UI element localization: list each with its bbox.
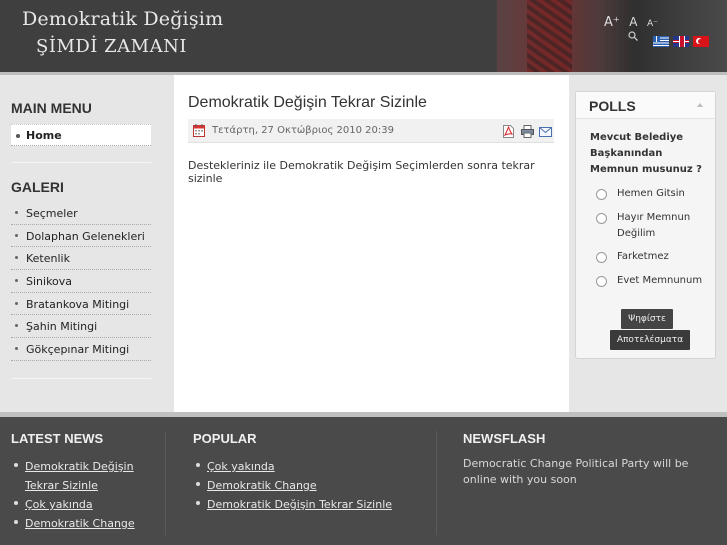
latest-news-link[interactable]: Çok yakında: [25, 498, 93, 511]
article-body: Destekleriniz ile Demokratik Değişim Seç…: [188, 159, 535, 185]
polls-title: POLLS: [589, 98, 636, 114]
bullet-icon: [15, 279, 18, 283]
section-divider: [11, 378, 151, 379]
poll-radio[interactable]: [596, 252, 607, 263]
pdf-icon[interactable]: [503, 125, 514, 138]
site-logo[interactable]: Demokratik Değişim ŞİMDİ ZAMANI: [0, 0, 497, 72]
poll-radio[interactable]: [596, 213, 607, 224]
main-menu-title: MAIN MENU: [11, 100, 92, 116]
bullet-icon: [196, 482, 200, 486]
poll-option-label: Hayır Memnun Değilim: [617, 212, 691, 239]
poll-question: Mevcut Belediye Başkanından Memnun musun…: [590, 132, 702, 175]
galeri-item[interactable]: Şahin Mitingi: [11, 315, 151, 339]
collapse-icon[interactable]: [697, 102, 703, 107]
search-icon[interactable]: [628, 31, 638, 41]
galeri-item-label: Seçmeler: [26, 207, 78, 220]
calendar-icon: [193, 124, 205, 137]
bullet-icon: [15, 324, 18, 328]
latest-news-link[interactable]: Demokratik Değişin Tekrar Sizinle: [25, 460, 134, 492]
english-flag-icon[interactable]: [673, 36, 689, 47]
print-icon[interactable]: [521, 125, 534, 138]
latest-news-link[interactable]: Demokratik Change: [25, 517, 135, 530]
latest-news-item[interactable]: Demokratik Change: [11, 514, 151, 533]
bullet-icon: [196, 501, 200, 505]
language-switcher: [653, 36, 713, 49]
turkish-flag-icon[interactable]: [693, 36, 709, 47]
galeri-item-label: Bratankova Mitingi: [26, 297, 130, 311]
email-icon[interactable]: [539, 127, 552, 137]
bullet-icon: [15, 256, 18, 260]
left-sidebar: MAIN MENU Home GALERI Seçmeler Dolaphan …: [0, 75, 174, 412]
popular-item[interactable]: Demokratik Change: [193, 476, 423, 495]
font-reset-button[interactable]: A: [629, 15, 637, 29]
galeri-item[interactable]: Bratankova Mitingi: [11, 293, 151, 316]
popular-list: Çok yakında Demokratik Change Demokratik…: [193, 457, 423, 514]
vote-button[interactable]: Ψηφίστε: [621, 309, 673, 329]
greek-flag-icon[interactable]: [653, 36, 669, 47]
galeri-title: GALERI: [11, 179, 64, 195]
polls-module: POLLS Mevcut Belediye Başkanından Memnun…: [575, 91, 716, 359]
galeri-item-label: Dolaphan Gelenekleri: [26, 229, 145, 243]
latest-news-item[interactable]: Demokratik Değişin Tekrar Sizinle: [11, 457, 151, 495]
bullet-icon: [14, 520, 18, 524]
popular-item[interactable]: Çok yakında: [193, 457, 423, 476]
poll-radio[interactable]: [596, 189, 607, 200]
right-sidebar: POLLS Mevcut Belediye Başkanından Memnun…: [569, 75, 727, 412]
popular-link[interactable]: Demokratik Change: [207, 479, 317, 492]
newsflash-title: NEWSFLASH: [463, 431, 546, 446]
section-divider: [11, 162, 151, 163]
bullet-icon: [15, 301, 18, 305]
main-content: Demokratik Değişin Tekrar Sizinle Τετάρτ…: [174, 75, 569, 412]
poll-option-label: Evet Memnunum: [617, 275, 703, 286]
main-menu-item-label: Home: [26, 129, 62, 142]
site-title-line2: ŞİMDİ ZAMANI: [36, 36, 187, 57]
footer-column-divider: [436, 431, 437, 535]
bullet-icon: [14, 501, 18, 505]
poll-radio[interactable]: [596, 276, 607, 287]
galeri-menu: Seçmeler Dolaphan Gelenekleri Ketenlik S…: [11, 202, 151, 361]
main-menu-item-home[interactable]: Home: [11, 124, 151, 146]
popular-item[interactable]: Demokratik Değişin Tekrar Sizinle: [193, 495, 423, 514]
bullet-icon: [16, 134, 20, 138]
galeri-item[interactable]: Sinikova: [11, 270, 151, 293]
bullet-icon: [196, 463, 200, 467]
galeri-item[interactable]: Seçmeler: [11, 202, 151, 225]
article-date: Τετάρτη, 27 Οκτώβριος 2010 20:39: [212, 125, 394, 136]
galeri-item-label: Sinikova: [26, 275, 73, 289]
latest-news-title: LATEST NEWS: [11, 431, 104, 446]
poll-option-label: Farketmez: [617, 251, 669, 262]
galeri-item[interactable]: Dolaphan Gelenekleri: [11, 225, 151, 248]
popular-link[interactable]: Çok yakında: [207, 460, 275, 473]
galeri-item-label: Gökçepınar Mitingi: [26, 343, 130, 357]
galeri-item[interactable]: Ketenlik: [11, 247, 151, 271]
font-larger-button[interactable]: A⁺: [604, 15, 620, 30]
bullet-icon: [15, 233, 18, 237]
site-footer: LATEST NEWS Demokratik Değişin Tekrar Si…: [0, 417, 727, 545]
site-title-line1: Demokratik Değişim: [22, 8, 224, 30]
galeri-item-label: Ketenlik: [26, 252, 70, 266]
bullet-icon: [14, 463, 18, 467]
polls-header[interactable]: POLLS: [576, 92, 715, 119]
popular-title: POPULAR: [193, 431, 257, 446]
latest-news-item[interactable]: Çok yakında: [11, 495, 151, 514]
results-button[interactable]: Αποτελέσματα: [610, 330, 690, 350]
newsflash-text: Democratic Change Political Party will b…: [463, 457, 689, 486]
latest-news-list: Demokratik Değişin Tekrar Sizinle Çok ya…: [11, 457, 151, 533]
font-smaller-button[interactable]: A⁻: [647, 19, 658, 29]
font-size-tools: A⁺ A A⁻: [604, 15, 664, 30]
popular-link[interactable]: Demokratik Değişin Tekrar Sizinle: [207, 498, 392, 511]
poll-option-label: Hemen Gitsin: [617, 188, 685, 199]
article-meta-bar: Τετάρτη, 27 Οκτώβριος 2010 20:39: [188, 119, 554, 143]
galeri-item[interactable]: Gökçepınar Mitingi: [11, 338, 151, 361]
footer-column-divider: [165, 431, 166, 535]
bullet-icon: [15, 347, 18, 351]
site-header: Demokratik Değişim ŞİMDİ ZAMANI A⁺ A A⁻: [0, 0, 727, 72]
article-title[interactable]: Demokratik Değişin Tekrar Sizinle: [188, 94, 427, 112]
galeri-item-label: Şahin Mitingi: [26, 320, 98, 334]
bullet-icon: [15, 211, 18, 214]
